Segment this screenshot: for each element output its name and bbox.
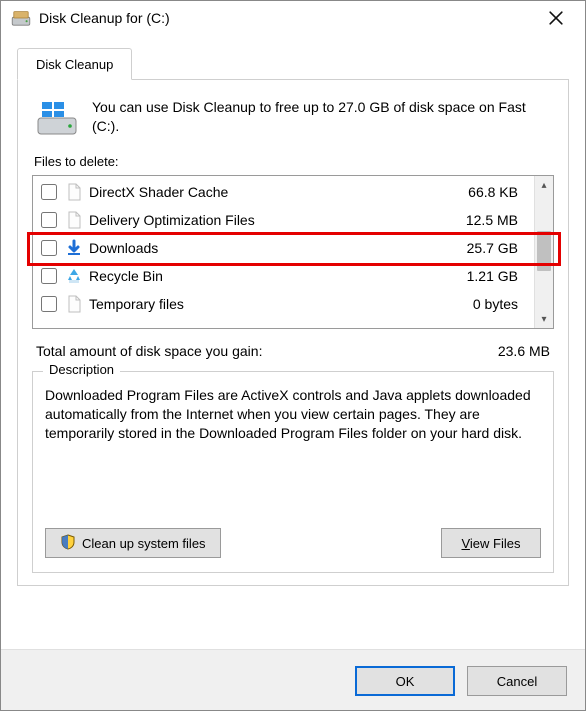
file-icon <box>65 295 83 313</box>
file-row[interactable]: Recycle Bin1.21 GB <box>33 262 534 290</box>
file-name: Recycle Bin <box>89 268 467 284</box>
scroll-down-icon[interactable]: ▾ <box>535 310 553 328</box>
file-name: Delivery Optimization Files <box>89 212 466 228</box>
close-icon <box>549 11 563 25</box>
file-size: 12.5 MB <box>466 212 528 228</box>
file-checkbox[interactable] <box>41 240 57 256</box>
scroll-up-icon[interactable]: ▴ <box>535 176 553 194</box>
file-name: Temporary files <box>89 296 473 312</box>
disk-cleanup-window: Disk Cleanup for (C:) Disk Cleanup <box>0 0 586 711</box>
description-caption: Description <box>43 362 120 377</box>
file-row[interactable]: Delivery Optimization Files12.5 MB <box>33 206 534 234</box>
titlebar: Disk Cleanup for (C:) <box>1 1 585 35</box>
total-label: Total amount of disk space you gain: <box>36 343 262 359</box>
file-row[interactable]: Downloads25.7 GB <box>33 234 534 262</box>
clean-system-files-button[interactable]: Clean up system files <box>45 528 221 558</box>
file-checkbox[interactable] <box>41 184 57 200</box>
tab-strip: Disk Cleanup <box>17 47 569 80</box>
cancel-button[interactable]: Cancel <box>467 666 567 696</box>
close-button[interactable] <box>533 1 579 35</box>
tab-panel: You can use Disk Cleanup to free up to 2… <box>17 80 569 586</box>
file-row[interactable]: Temporary files0 bytes <box>33 290 534 318</box>
file-checkbox[interactable] <box>41 296 57 312</box>
download-icon <box>65 239 83 257</box>
description-body: Downloaded Program Files are ActiveX con… <box>45 386 541 506</box>
file-size: 66.8 KB <box>468 184 528 200</box>
view-files-label: View Files <box>461 536 520 551</box>
shield-icon <box>60 534 76 553</box>
files-to-delete-label: Files to delete: <box>34 154 554 169</box>
tab-disk-cleanup[interactable]: Disk Cleanup <box>17 48 132 80</box>
recycle-bin-icon <box>65 267 83 285</box>
ok-label: OK <box>396 674 415 689</box>
view-files-button[interactable]: View Files <box>441 528 541 558</box>
drive-icon <box>36 98 78 138</box>
intro-text: You can use Disk Cleanup to free up to 2… <box>92 98 550 136</box>
disk-cleanup-icon <box>11 10 31 26</box>
cancel-label: Cancel <box>497 674 537 689</box>
dialog-footer: OK Cancel <box>1 649 585 710</box>
intro-row: You can use Disk Cleanup to free up to 2… <box>36 98 550 138</box>
scrollbar[interactable]: ▴ ▾ <box>534 176 553 328</box>
window-title: Disk Cleanup for (C:) <box>39 10 170 26</box>
file-checkbox[interactable] <box>41 268 57 284</box>
scroll-thumb[interactable] <box>537 231 551 271</box>
file-icon <box>65 183 83 201</box>
file-row[interactable]: DirectX Shader Cache66.8 KB <box>33 178 534 206</box>
file-name: Downloads <box>89 240 467 256</box>
description-group: Description Downloaded Program Files are… <box>32 371 554 573</box>
total-value: 23.6 MB <box>498 343 550 359</box>
file-size: 0 bytes <box>473 296 528 312</box>
tab-label: Disk Cleanup <box>36 57 113 72</box>
file-size: 25.7 GB <box>467 240 528 256</box>
file-list: DirectX Shader Cache66.8 KBDelivery Opti… <box>32 175 554 329</box>
file-icon <box>65 211 83 229</box>
clean-system-files-label: Clean up system files <box>82 536 206 551</box>
total-row: Total amount of disk space you gain: 23.… <box>36 343 550 359</box>
file-name: DirectX Shader Cache <box>89 184 468 200</box>
ok-button[interactable]: OK <box>355 666 455 696</box>
file-size: 1.21 GB <box>467 268 528 284</box>
file-checkbox[interactable] <box>41 212 57 228</box>
